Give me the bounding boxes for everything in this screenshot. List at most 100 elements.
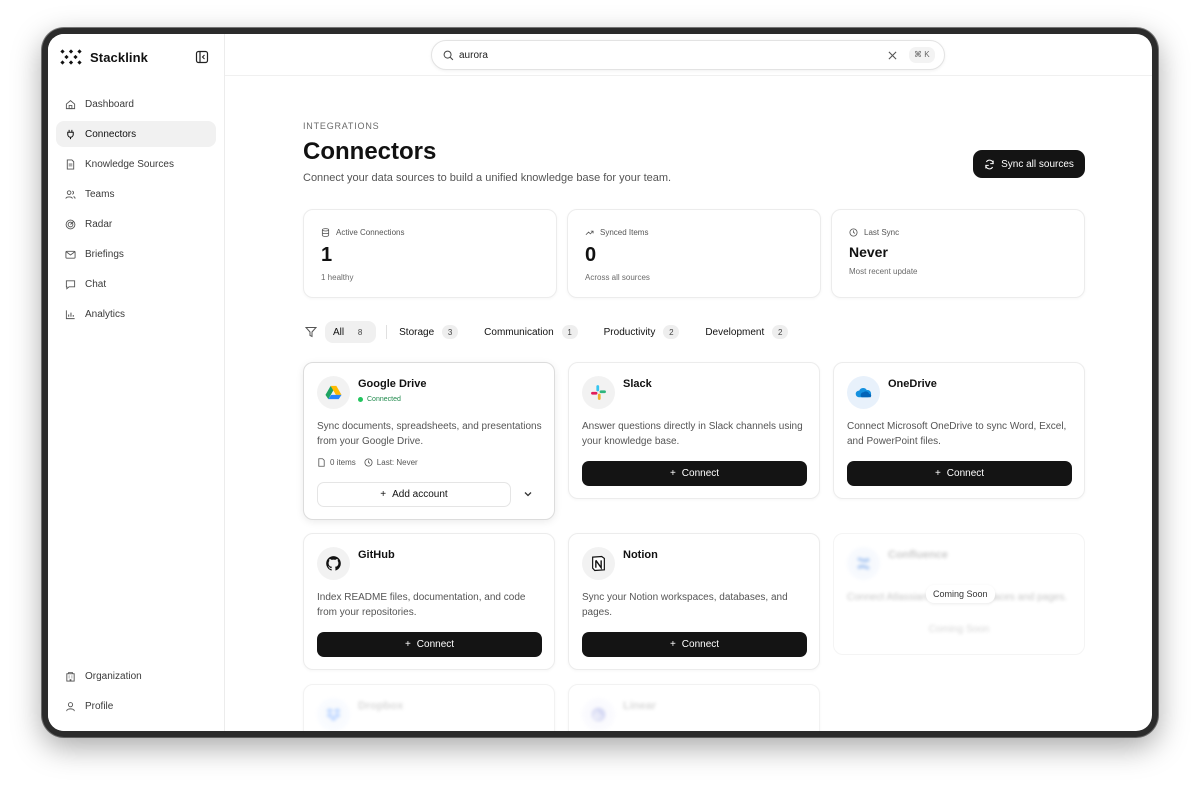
sidebar-item-chat[interactable]: Chat xyxy=(56,271,216,297)
connection-status-badge: Connected xyxy=(358,396,401,403)
plug-icon xyxy=(67,129,74,139)
filter-count: 2 xyxy=(663,325,680,339)
filter-chip-storage[interactable]: Storage 3 xyxy=(391,321,466,343)
add-account-label: Add account xyxy=(392,489,448,500)
filter-label: Communication xyxy=(484,326,554,338)
sidebar-item-radar[interactable]: Radar xyxy=(56,211,216,237)
file-icon xyxy=(66,158,75,170)
connector-card-confluence: Confluence Connect Atlassian Confluence … xyxy=(833,533,1085,655)
connector-card-dropbox: Dropbox xyxy=(303,684,555,731)
sidebar-collapse-icon[interactable] xyxy=(195,50,209,64)
stat-label-text: Last Sync xyxy=(864,228,900,237)
sidebar-item-connectors[interactable]: Connectors xyxy=(56,121,216,147)
connect-label: Connect xyxy=(416,639,455,650)
sidebar-item-label: Dashboard xyxy=(85,98,134,110)
connector-name: Notion xyxy=(623,549,658,561)
app-window: Stacklink Dashboard Connectors Knowledge… xyxy=(48,34,1152,731)
items-count: 0 items xyxy=(317,458,356,467)
connector-name: Confluence xyxy=(888,549,948,561)
sidebar-bottom-nav: Organization Profile xyxy=(56,663,216,723)
brand[interactable]: Stacklink xyxy=(60,49,148,65)
filter-icon[interactable] xyxy=(305,326,317,338)
stat-note: 1 healthy xyxy=(321,273,354,282)
connector-name: GitHub xyxy=(358,549,395,561)
connector-name: Dropbox xyxy=(358,700,404,712)
sidebar-nav: Dashboard Connectors Knowledge Sources T… xyxy=(56,91,216,331)
items-count-text: 0 items xyxy=(330,458,356,467)
plus-icon: + xyxy=(669,468,676,479)
device-frame: Stacklink Dashboard Connectors Knowledge… xyxy=(42,28,1158,737)
sidebar-item-profile[interactable]: Profile xyxy=(56,693,216,719)
stat-value: Never xyxy=(849,244,888,260)
stat-label-text: Active Connections xyxy=(336,228,405,237)
onedrive-logo-icon xyxy=(847,376,880,409)
sidebar-item-label: Knowledge Sources xyxy=(85,158,174,170)
sidebar-item-label: Chat xyxy=(85,278,107,290)
sidebar: Stacklink Dashboard Connectors Knowledge… xyxy=(48,34,225,731)
stat-label: Active Connections xyxy=(321,228,404,237)
sync-all-sources-button[interactable]: Sync all sources xyxy=(973,150,1085,178)
connector-description: Connect Microsoft OneDrive to sync Word,… xyxy=(847,421,1067,447)
stat-label-text: Synced Items xyxy=(600,228,649,237)
sidebar-item-label: Organization xyxy=(85,670,142,682)
connect-button[interactable]: + Connect xyxy=(847,461,1072,486)
main-content: INTEGRATIONS Connectors Connect your dat… xyxy=(303,34,1085,731)
connect-label: Connect xyxy=(681,639,720,650)
connect-button[interactable]: + Connect xyxy=(317,632,542,657)
connect-label: Connect xyxy=(946,468,985,479)
connector-card-notion: Notion Sync your Notion workspaces, data… xyxy=(568,533,820,670)
category-filters: All 8 Storage 3 Communication 1 Producti… xyxy=(303,321,806,343)
filter-label: Productivity xyxy=(603,326,656,338)
connector-card-onedrive: OneDrive Connect Microsoft OneDrive to s… xyxy=(833,362,1085,499)
filter-count: 3 xyxy=(442,325,459,339)
sidebar-item-teams[interactable]: Teams xyxy=(56,181,216,207)
connector-card-google-drive: Google Drive Connected Sync documents, s… xyxy=(303,362,555,520)
sidebar-item-label: Connectors xyxy=(85,128,137,140)
notion-logo-icon xyxy=(582,547,615,580)
filter-label: Storage xyxy=(399,326,435,338)
filter-chip-productivity[interactable]: Productivity 2 xyxy=(596,321,688,343)
stacklink-logo-icon xyxy=(60,49,82,65)
chevron-down-icon[interactable] xyxy=(522,488,534,500)
connect-button[interactable]: + Connect xyxy=(582,632,807,657)
connector-name: OneDrive xyxy=(888,378,937,390)
last-sync-text: Last: Never xyxy=(376,458,418,467)
sidebar-item-dashboard[interactable]: Dashboard xyxy=(56,91,216,117)
confluence-logo-icon xyxy=(847,547,880,580)
connector-card-linear: Linear xyxy=(568,684,820,731)
user-icon xyxy=(66,701,75,711)
file-icon xyxy=(318,458,325,467)
filter-chip-all[interactable]: All 8 xyxy=(325,321,377,343)
coming-soon-badge: Coming Soon xyxy=(926,585,995,603)
filter-chip-communication[interactable]: Communication 1 xyxy=(476,321,585,343)
connector-description: Sync your Notion workspaces, databases, … xyxy=(582,592,788,618)
page-eyebrow: INTEGRATIONS xyxy=(303,121,380,131)
filter-chip-development[interactable]: Development 2 xyxy=(697,321,796,343)
sidebar-item-label: Teams xyxy=(85,188,115,200)
plus-icon: + xyxy=(380,489,387,500)
connector-name: Google Drive xyxy=(358,378,427,390)
connect-button[interactable]: + Connect xyxy=(582,461,807,486)
stat-card-synced-items: Synced Items 0 Across all sources xyxy=(567,209,821,298)
last-sync: Last: Never xyxy=(364,458,418,467)
stat-card-active-connections: Active Connections 1 1 healthy xyxy=(303,209,557,298)
sidebar-item-briefings[interactable]: Briefings xyxy=(56,241,216,267)
filter-count: 8 xyxy=(357,327,363,337)
sidebar-item-knowledge-sources[interactable]: Knowledge Sources xyxy=(56,151,216,177)
trend-icon xyxy=(585,230,594,236)
add-account-button[interactable]: + Add account xyxy=(317,482,511,507)
connect-label: Connect xyxy=(681,468,720,479)
connector-description: Index README files, documentation, and c… xyxy=(317,592,526,618)
sidebar-item-label: Profile xyxy=(85,700,114,712)
linear-logo-icon xyxy=(582,698,615,731)
stat-value: 0 xyxy=(585,244,597,266)
radar-icon xyxy=(65,219,76,229)
sidebar-item-organization[interactable]: Organization xyxy=(56,663,216,689)
plus-icon: + xyxy=(669,639,676,650)
google-drive-logo-icon xyxy=(317,376,350,409)
sidebar-item-analytics[interactable]: Analytics xyxy=(56,301,216,327)
filter-count: 1 xyxy=(561,325,578,339)
connector-name: Slack xyxy=(623,378,652,390)
users-icon xyxy=(65,189,76,199)
chart-icon xyxy=(65,309,75,319)
